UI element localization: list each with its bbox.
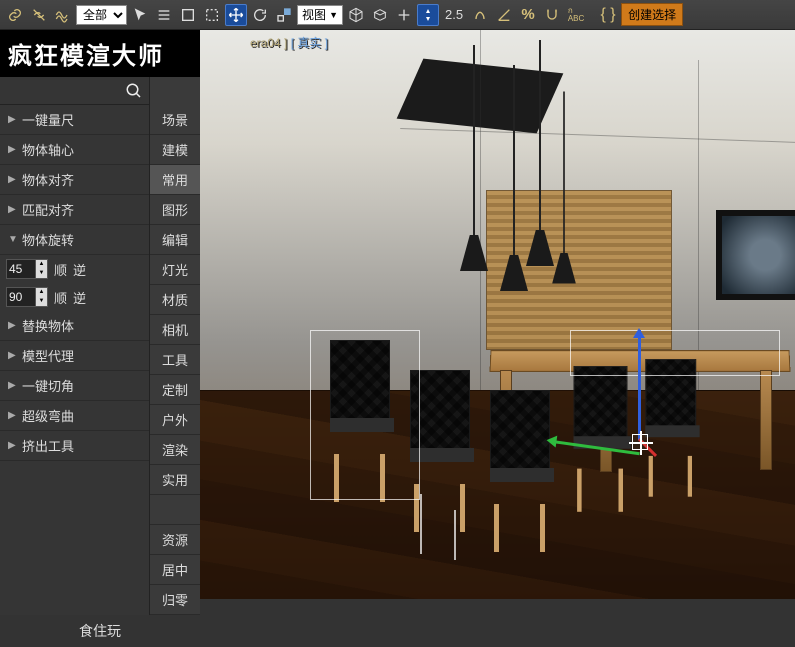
cat-material[interactable]: 材质	[150, 285, 200, 315]
brand-title: 疯狂模渲大师	[0, 30, 200, 77]
isometric-icon[interactable]	[369, 4, 391, 26]
link-chain-icon[interactable]	[4, 4, 26, 26]
ceiling-edge	[400, 128, 795, 157]
tool-proxy[interactable]: 模型代理	[0, 341, 149, 371]
percent-snap-icon[interactable]: %	[517, 4, 539, 26]
viewport-label: era04 ] [ 真实 ]	[250, 34, 328, 51]
move-gizmo-icon[interactable]	[225, 4, 247, 26]
unlink-icon[interactable]	[28, 4, 50, 26]
rotate-row-1: ▲▼ 顺 逆	[0, 255, 149, 283]
cat-render[interactable]: 渲染	[150, 435, 200, 465]
wall-picture	[716, 210, 795, 300]
create-selection-button[interactable]: 创建选择	[621, 3, 683, 26]
table-leg	[760, 370, 772, 470]
top-toolbar: 全部 视图▼ 2.5 % กABC	[0, 0, 795, 30]
rotate-ccw-2[interactable]: 逆	[73, 288, 86, 307]
guide-line	[454, 510, 456, 560]
cube-icon[interactable]	[345, 4, 367, 26]
cat-zero[interactable]: 归零	[150, 585, 200, 615]
cat-tools[interactable]: 工具	[150, 345, 200, 375]
rotate-icon[interactable]	[249, 4, 271, 26]
wave-icon[interactable]	[52, 4, 74, 26]
tool-rotate[interactable]: 物体旋转	[0, 225, 149, 255]
cursor-arrow-icon[interactable]	[129, 4, 151, 26]
cat-light[interactable]: 灯光	[150, 255, 200, 285]
pendant-lamp	[460, 235, 488, 275]
snap-vertex-icon[interactable]	[469, 4, 491, 26]
tool-bend[interactable]: 超级弯曲	[0, 401, 149, 431]
viewport-3d[interactable]: era04 ] [ 真实 ]	[200, 30, 795, 599]
cat-center[interactable]: 居中	[150, 555, 200, 585]
abc-snap-icon[interactable]: กABC	[565, 4, 587, 26]
dining-chair	[490, 390, 560, 510]
snap-toggle-icon[interactable]	[417, 4, 439, 26]
cat-scene[interactable]: 场景	[150, 105, 200, 135]
cat-edit[interactable]: 编辑	[150, 225, 200, 255]
cat-blank	[150, 495, 200, 525]
dining-chair	[410, 370, 480, 490]
tool-align[interactable]: 物体对齐	[0, 165, 149, 195]
rotate-cw-1[interactable]: 顺	[54, 260, 67, 279]
cat-model[interactable]: 建模	[150, 135, 200, 165]
dining-chair	[574, 366, 637, 474]
search-icon	[125, 82, 143, 100]
tool-extrude[interactable]: 挤出工具	[0, 431, 149, 461]
pendant-lamp	[526, 230, 554, 270]
cat-utility[interactable]: 实用	[150, 465, 200, 495]
angle-snap-icon[interactable]	[493, 4, 515, 26]
rotate-value-1[interactable]: ▲▼	[6, 259, 48, 279]
cat-common[interactable]: 常用	[150, 165, 200, 195]
category-list: - 场景 建模 常用 图形 编辑 灯光 材质 相机 工具 定制 户外 渲染 实用…	[150, 77, 200, 615]
scale-icon[interactable]	[273, 4, 295, 26]
view-dropdown[interactable]: 视图▼	[297, 5, 343, 25]
rotate-cw-2[interactable]: 顺	[54, 288, 67, 307]
snap-move-icon[interactable]	[393, 4, 415, 26]
tool-list: 一键量尺 物体轴心 物体对齐 匹配对齐 物体旋转 ▲▼ 顺 逆 ▲▼	[0, 77, 150, 615]
selection-wireframe	[310, 330, 420, 500]
cat-shape[interactable]: 图形	[150, 195, 200, 225]
rotate-ccw-1[interactable]: 逆	[73, 260, 86, 279]
bottom-link[interactable]: 食住玩	[0, 615, 200, 647]
rotate-value-2[interactable]: ▲▼	[6, 287, 48, 307]
filter-dropdown[interactable]: 全部	[76, 5, 127, 25]
rotate-row-2: ▲▼ 顺 逆	[0, 283, 149, 311]
pendant-lamp	[552, 253, 576, 287]
pendant-lamp	[500, 255, 528, 295]
cat-custom[interactable]: 定制	[150, 375, 200, 405]
tool-match-align[interactable]: 匹配对齐	[0, 195, 149, 225]
zoom-value: 2.5	[441, 7, 467, 22]
bracket-icon[interactable]: { }	[597, 4, 619, 26]
cat-outdoor[interactable]: 户外	[150, 405, 200, 435]
marquee-window-icon[interactable]	[201, 4, 223, 26]
tool-chamfer[interactable]: 一键切角	[0, 371, 149, 401]
magnet-icon[interactable]	[541, 4, 563, 26]
tool-ruler[interactable]: 一键量尺	[0, 105, 149, 135]
left-panel: 疯狂模渲大师 一键量尺 物体轴心 物体对齐 匹配对齐 物体旋转 ▲▼ 顺 逆	[0, 30, 200, 599]
tool-pivot[interactable]: 物体轴心	[0, 135, 149, 165]
cat-resource[interactable]: 资源	[150, 525, 200, 555]
marquee-rect-icon[interactable]	[177, 4, 199, 26]
selection-wireframe	[570, 330, 780, 376]
guide-line	[420, 494, 422, 554]
cat-camera[interactable]: 相机	[150, 315, 200, 345]
tool-replace[interactable]: 替换物体	[0, 311, 149, 341]
search-row[interactable]	[0, 77, 149, 105]
select-list-icon[interactable]	[153, 4, 175, 26]
